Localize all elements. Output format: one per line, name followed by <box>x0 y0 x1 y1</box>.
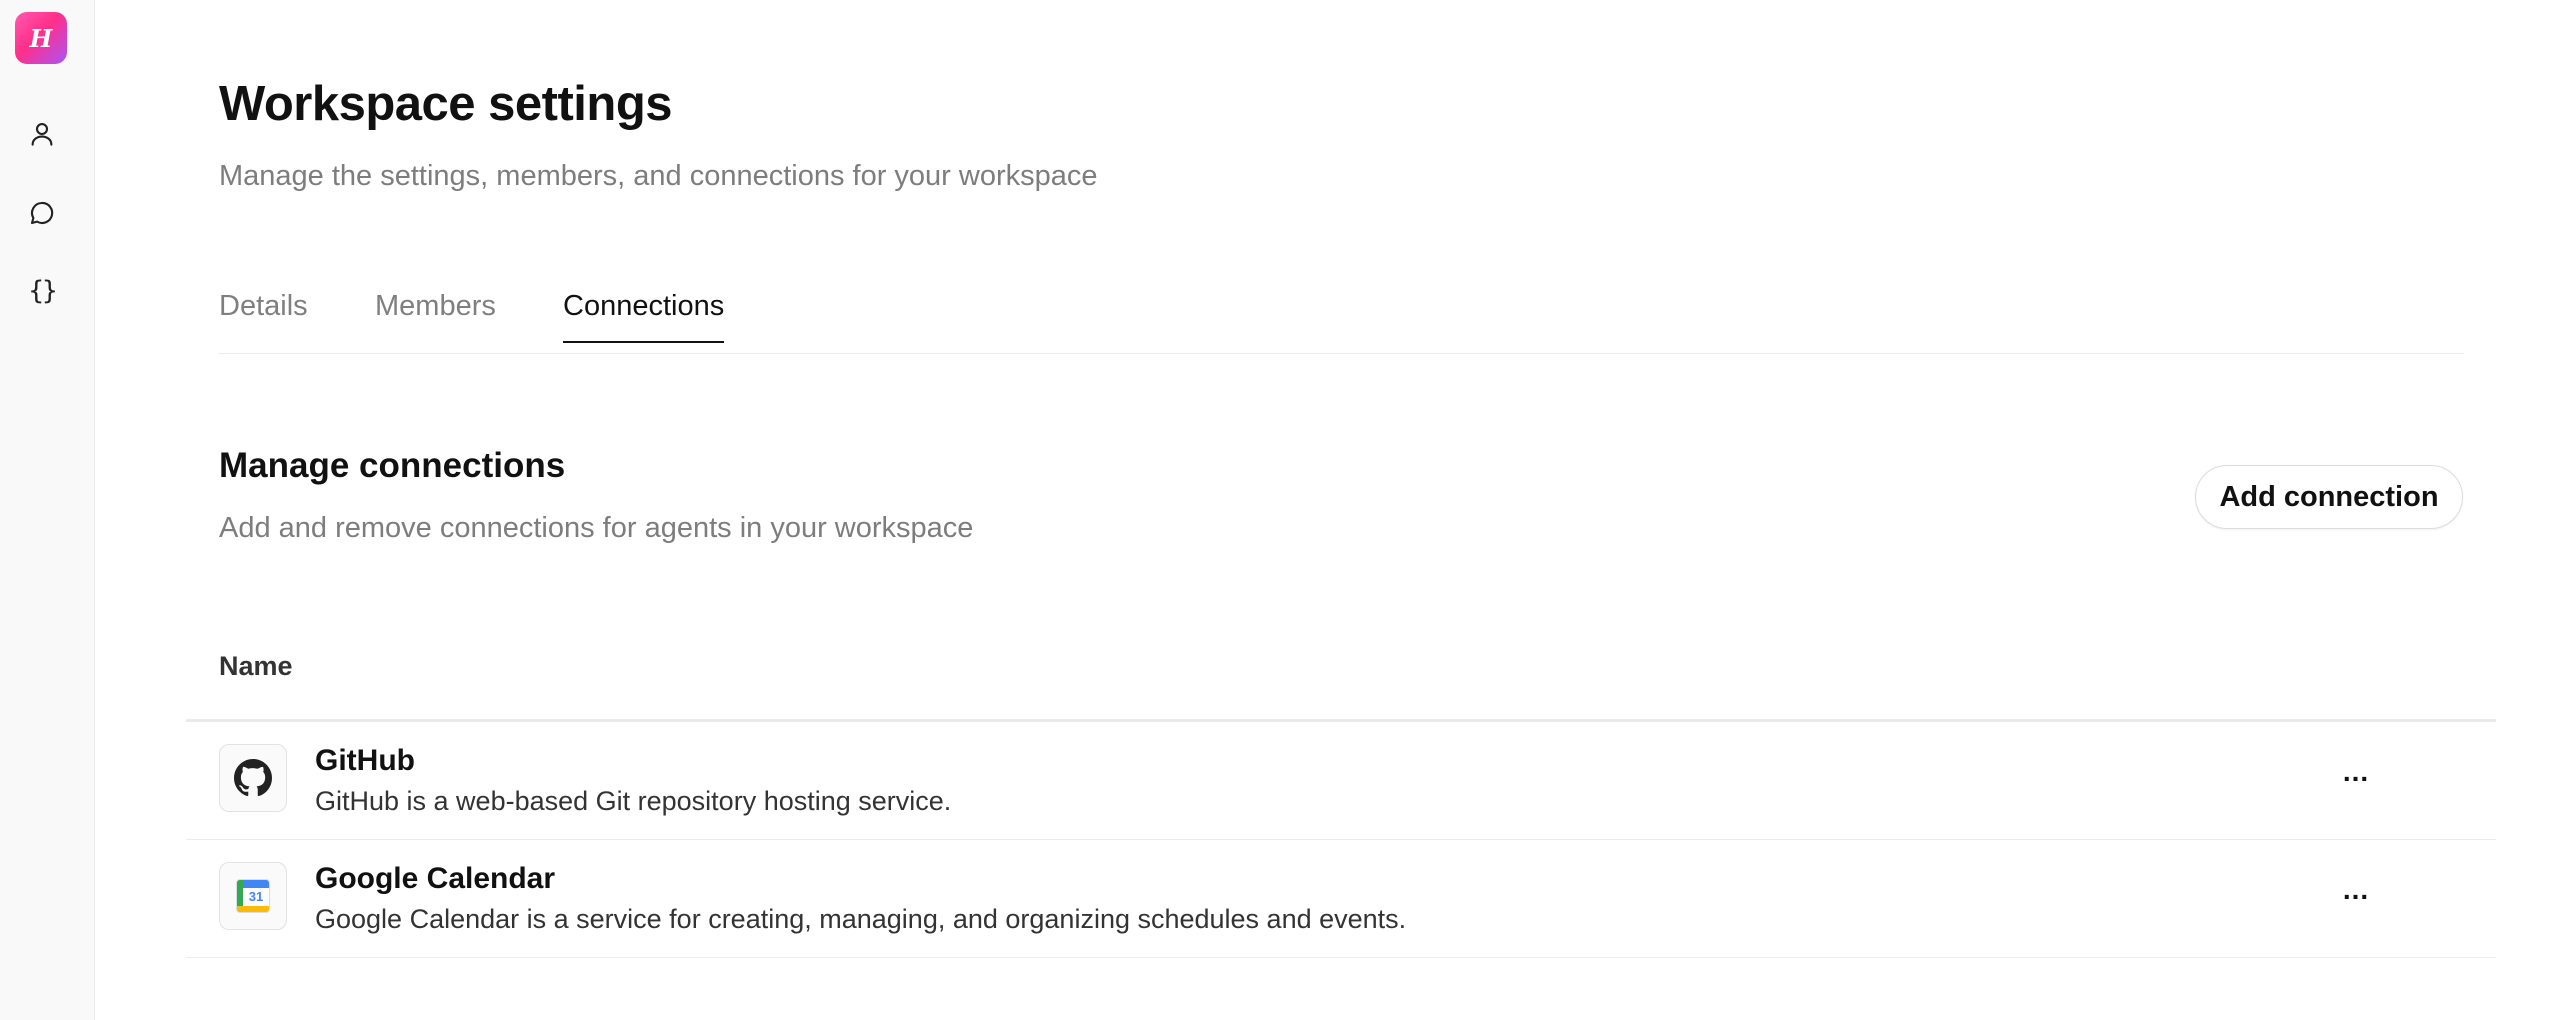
logo-letter: H <box>29 23 53 53</box>
more-options-button[interactable]: ... <box>2331 752 2381 792</box>
section-title: Manage connections <box>219 446 566 485</box>
table-row-github[interactable]: GitHub GitHub is a web-based Git reposit… <box>186 722 2496 840</box>
sidebar-rail: H {} <box>0 0 95 1020</box>
tab-members[interactable]: Members <box>375 290 496 341</box>
table-row-google-calendar[interactable]: 31 Google Calendar Google Calendar is a … <box>186 840 2496 958</box>
code-braces-icon[interactable]: {} <box>22 271 62 311</box>
page-subtitle: Manage the settings, members, and connec… <box>219 160 1098 192</box>
user-icon[interactable] <box>22 114 62 154</box>
settings-tabs: Details Members Connections <box>219 290 2464 354</box>
app-logo[interactable]: H <box>15 12 67 64</box>
page-title: Workspace settings <box>219 77 673 131</box>
more-options-button[interactable]: ... <box>2331 870 2381 910</box>
calendar-day-number: 31 <box>248 889 264 904</box>
github-icon <box>219 744 287 812</box>
tab-connections[interactable]: Connections <box>563 290 725 343</box>
column-header-name: Name <box>219 651 293 681</box>
chat-icon[interactable] <box>22 193 62 233</box>
connection-name: Google Calendar <box>315 862 556 895</box>
add-connection-button[interactable]: Add connection <box>2195 465 2463 529</box>
connection-name: GitHub <box>315 744 415 777</box>
connection-description: GitHub is a web-based Git repository hos… <box>315 786 952 816</box>
connection-description: Google Calendar is a service for creatin… <box>315 904 1407 934</box>
google-calendar-icon: 31 <box>219 862 287 930</box>
tab-details[interactable]: Details <box>219 290 308 341</box>
code-braces-glyph: {} <box>28 276 57 306</box>
section-subtitle: Add and remove connections for agents in… <box>219 512 974 544</box>
